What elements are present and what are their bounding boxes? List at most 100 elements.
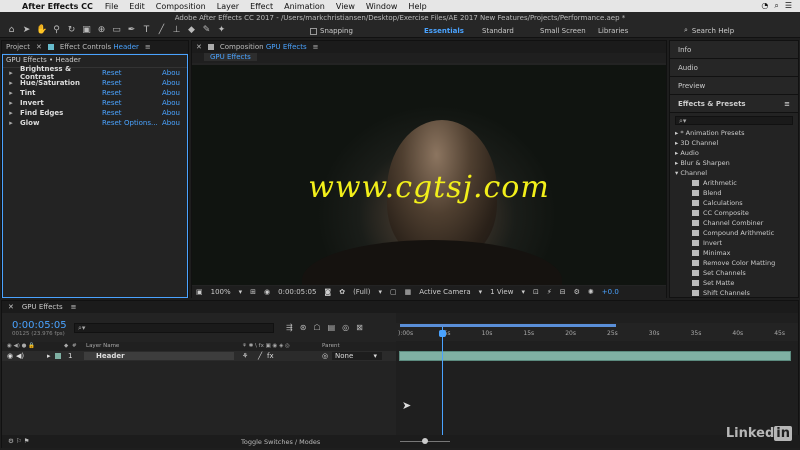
current-time[interactable]: 0:00:05:05 — [278, 288, 316, 296]
effects-search-input[interactable]: ⌕▾ — [675, 116, 793, 125]
audio-panel-header[interactable]: Audio — [670, 59, 798, 77]
panel-menu-icon[interactable]: ≡ — [784, 100, 790, 108]
resolution-dropdown[interactable]: (Full) — [353, 288, 370, 296]
frame-blending-icon[interactable]: ▤ — [328, 323, 336, 332]
effect-row[interactable]: ▸ Brightness & Contrast Reset Abou — [2, 65, 188, 81]
effect-about-link[interactable]: Abou — [162, 109, 180, 117]
composition-viewer[interactable]: www.cgtsj.com — [192, 65, 666, 285]
menu-effect[interactable]: Effect — [250, 2, 273, 11]
playhead-line[interactable] — [442, 327, 443, 435]
toggle-switches-modes[interactable]: Toggle Switches / Modes — [241, 438, 320, 446]
graph-editor-icon[interactable]: ⊠ — [356, 323, 363, 332]
safe-zones-icon[interactable]: ⊞ — [250, 288, 256, 296]
effect-category[interactable]: ▾ Channel — [670, 168, 798, 178]
effect-item[interactable]: Arithmetic — [670, 178, 798, 188]
layer-name-header[interactable]: Layer Name — [86, 343, 119, 349]
effect-item[interactable]: Calculations — [670, 198, 798, 208]
effect-options-link[interactable]: Options... — [124, 119, 162, 127]
expand-effect-icon[interactable]: ▸ — [2, 109, 20, 117]
puppet-tool-icon[interactable]: ✦ — [216, 25, 227, 36]
zoom-tool-icon[interactable]: ⚲ — [51, 25, 62, 36]
menu-help[interactable]: Help — [408, 2, 426, 11]
type-tool-icon[interactable]: T — [141, 25, 152, 36]
tab-composition[interactable]: Composition GPU Effects — [220, 43, 307, 51]
time-zoom-knob[interactable] — [422, 438, 428, 444]
video-toggle-icon[interactable]: ◉ — [7, 352, 13, 360]
expand-effect-icon[interactable]: ▸ — [2, 119, 20, 127]
panel-menu-icon[interactable]: ≡ — [71, 303, 77, 311]
effect-item[interactable]: Compound Arithmetic — [670, 228, 798, 238]
search-help-field[interactable]: ⌕ Search Help — [684, 25, 796, 36]
eraser-tool-icon[interactable]: ◆ — [186, 25, 197, 36]
effect-reset-link[interactable]: Reset — [102, 99, 124, 107]
time-graph[interactable]: ):00s05s10s15s20s25s30s35s40s45s ➤ — [396, 313, 798, 435]
effect-about-link[interactable]: Abou — [162, 89, 180, 97]
work-area-bar[interactable] — [400, 324, 616, 327]
effect-item[interactable]: Remove Color Matting — [670, 258, 798, 268]
expand-effect-icon[interactable]: ▸ — [2, 99, 20, 107]
camera-tool-icon[interactable]: ▣ — [81, 25, 92, 36]
layer-duration-bar[interactable] — [399, 351, 791, 361]
workspace-essentials[interactable]: Essentials — [424, 27, 482, 35]
selection-tool-icon[interactable]: ➤ — [21, 25, 32, 36]
effect-reset-link[interactable]: Reset — [102, 69, 124, 77]
exposure-icon[interactable]: ✺ — [588, 288, 594, 296]
comp-sub-tab[interactable]: GPU Effects — [204, 53, 257, 61]
home-icon[interactable]: ⌂ — [6, 25, 17, 36]
effect-item[interactable]: Blend — [670, 188, 798, 198]
comp-flowchart-icon[interactable]: ⇶ — [286, 323, 293, 332]
effect-row[interactable]: ▸ Tint Reset Abou — [2, 88, 188, 98]
layer-row[interactable]: ◉ ◀) ▸ 1 Header ⚘ ╱ fx ◎ None ▾ — [2, 351, 396, 361]
effect-row[interactable]: ▸ Glow Reset Options... Abou — [2, 118, 188, 128]
snapping-checkbox[interactable] — [310, 27, 317, 35]
close-icon[interactable]: ✕ — [196, 43, 202, 51]
view-layout-dropdown[interactable]: 1 View — [490, 288, 513, 296]
parent-dropdown[interactable]: None ▾ — [332, 352, 382, 360]
effect-category[interactable]: ▸ 3D Channel — [670, 138, 798, 148]
effect-row[interactable]: ▸ Find Edges Reset Abou — [2, 108, 188, 118]
preview-panel-header[interactable]: Preview — [670, 77, 798, 95]
expand-effect-icon[interactable]: ▸ — [2, 79, 20, 87]
workspace-small-screen[interactable]: Small Screen — [540, 27, 598, 35]
effect-item[interactable]: Set Matte — [670, 278, 798, 288]
menu-view[interactable]: View — [336, 2, 355, 11]
effect-row[interactable]: ▸ Invert Reset Abou — [2, 98, 188, 108]
effect-category[interactable]: ▸ Blur & Sharpen — [670, 158, 798, 168]
menu-file[interactable]: File — [105, 2, 118, 11]
brush-tool-icon[interactable]: ╱ — [156, 25, 167, 36]
effect-category[interactable]: ▸ * Animation Presets — [670, 128, 798, 138]
effect-item[interactable]: Set Channels — [670, 268, 798, 278]
effect-category[interactable]: ▸ Audio — [670, 148, 798, 158]
search-icon[interactable]: ⌕ — [774, 1, 778, 11]
effect-row[interactable]: ▸ Hue/Saturation Reset Abou — [2, 78, 188, 88]
pixel-aspect-icon[interactable]: ⊡ — [533, 288, 539, 296]
effect-about-link[interactable]: Abou — [162, 79, 180, 87]
workspace-libraries[interactable]: Libraries — [598, 27, 656, 35]
effect-item[interactable]: CC Composite — [670, 208, 798, 218]
panel-menu-icon[interactable]: ≡ — [313, 43, 319, 51]
effect-item[interactable]: Channel Combiner — [670, 218, 798, 228]
menu-window[interactable]: Window — [366, 2, 398, 11]
effect-reset-link[interactable]: Reset — [102, 79, 124, 87]
expand-layer-icon[interactable]: ▸ — [47, 352, 51, 360]
transparency-grid-icon[interactable]: ▦ — [405, 288, 412, 296]
always-preview-icon[interactable]: ▣ — [196, 288, 203, 296]
timeline-icon[interactable]: ⊟ — [560, 288, 566, 296]
close-icon[interactable]: ✕ — [8, 303, 14, 311]
fast-preview-icon[interactable]: ⚡ — [547, 288, 552, 296]
close-icon[interactable]: ✕ — [36, 43, 42, 51]
tab-effect-controls[interactable]: Effect Controls Header — [60, 43, 139, 51]
effect-about-link[interactable]: Abou — [162, 119, 180, 127]
pan-behind-tool-icon[interactable]: ⊕ — [96, 25, 107, 36]
effect-about-link[interactable]: Abou — [162, 69, 180, 77]
layer-label-color[interactable] — [55, 353, 61, 359]
clone-stamp-tool-icon[interactable]: ⊥ — [171, 25, 182, 36]
effect-reset-link[interactable]: Reset — [102, 119, 124, 127]
info-panel-header[interactable]: Info — [670, 41, 798, 59]
exposure-value[interactable]: +0.0 — [602, 288, 619, 296]
pen-tool-icon[interactable]: ✒ — [126, 25, 137, 36]
panel-menu-icon[interactable]: ≡ — [145, 43, 151, 51]
effects-presets-header[interactable]: Effects & Presets ≡ — [670, 95, 798, 113]
draft-3d-icon[interactable]: ⊛ — [300, 323, 307, 332]
pickwhip-icon[interactable]: ◎ — [322, 352, 328, 360]
